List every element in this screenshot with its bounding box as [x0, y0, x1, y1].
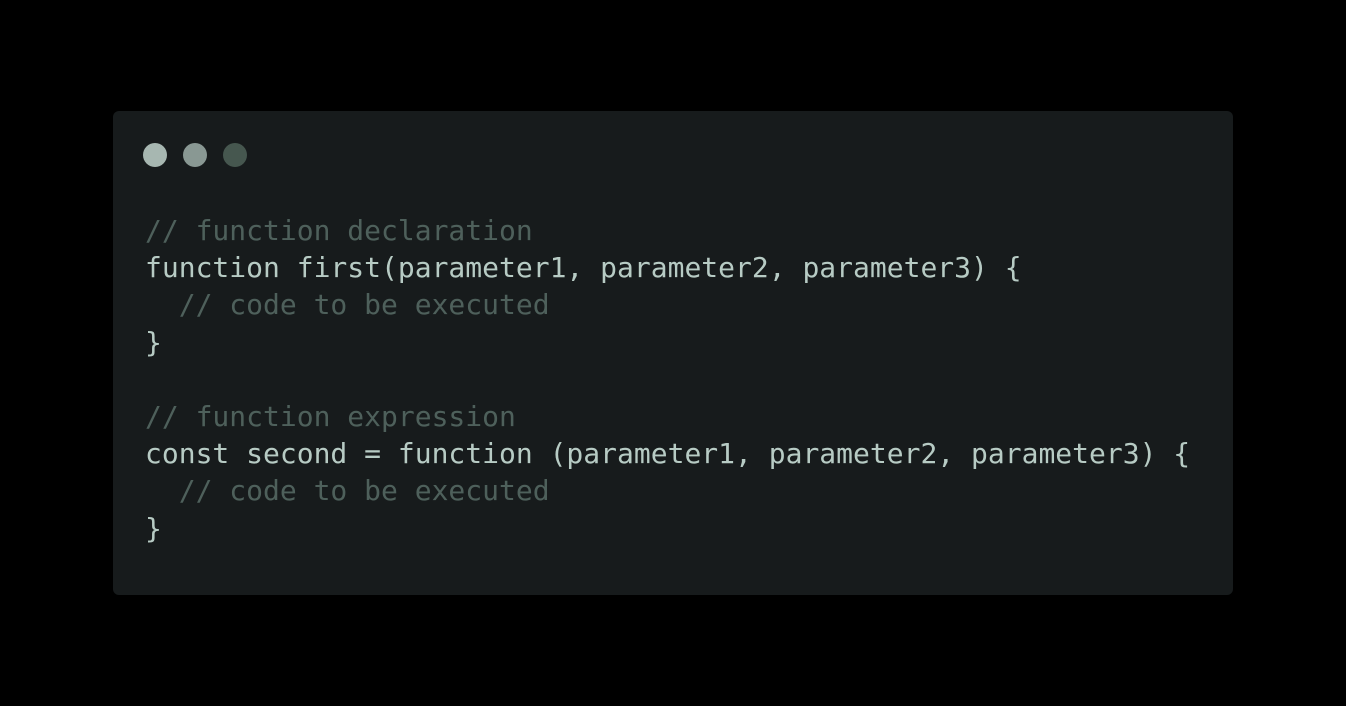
code-line: const second = function (parameter1, par…: [145, 437, 1191, 471]
code-block: // function declaration function first(pa…: [145, 212, 1190, 547]
code-window: // function declaration function first(pa…: [113, 111, 1233, 595]
code-line-comment: // code to be executed: [145, 474, 550, 508]
maximize-dot-icon[interactable]: [223, 143, 247, 167]
page-background: // function declaration function first(pa…: [0, 0, 1346, 706]
minimize-dot-icon[interactable]: [183, 143, 207, 167]
window-controls: [143, 143, 247, 167]
code-line: }: [145, 511, 162, 545]
close-dot-icon[interactable]: [143, 143, 167, 167]
code-line-comment: // function expression: [145, 399, 516, 433]
code-line-comment: // function declaration: [145, 214, 533, 247]
code-line: function first(parameter1, parameter2, p…: [145, 251, 1022, 285]
code-line-comment: // code to be executed: [145, 288, 550, 322]
code-line: }: [145, 325, 162, 359]
